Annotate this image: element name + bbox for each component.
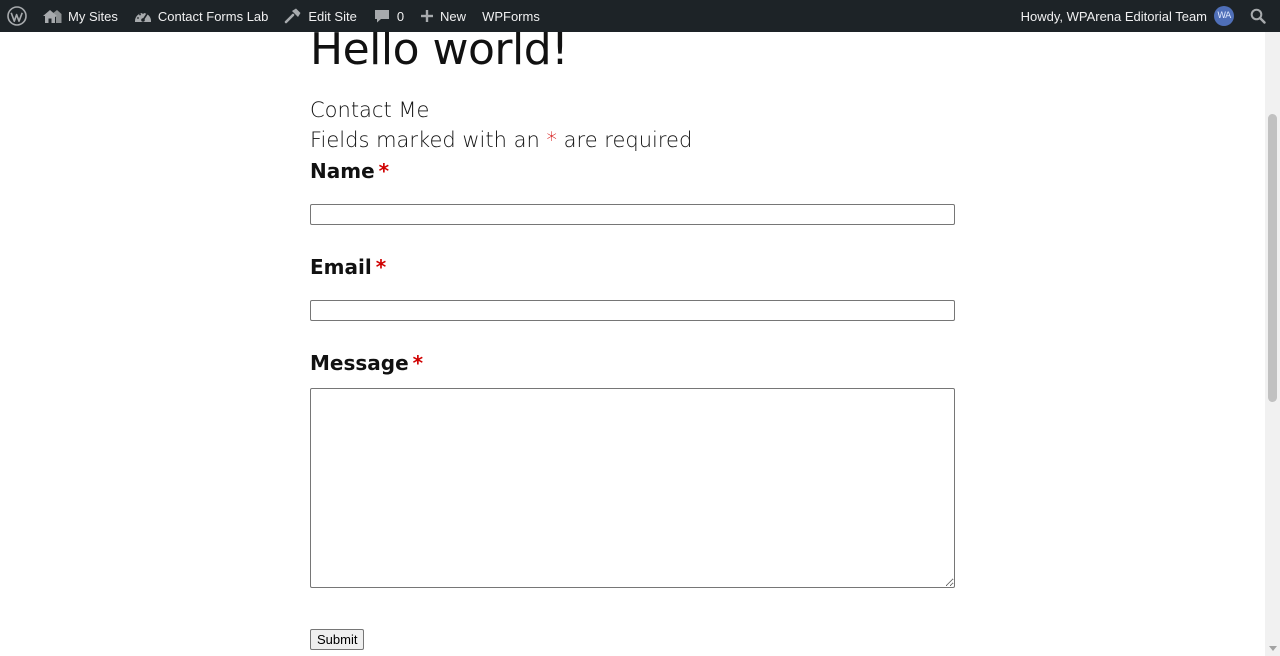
site-name-menu[interactable]: Contact Forms Lab [126,0,277,32]
scrollbar-thumb[interactable] [1268,114,1277,402]
message-label-text: Message [310,351,409,375]
message-field[interactable] [310,388,955,588]
note-suffix: are required [563,128,693,152]
edit-site-icon [284,7,302,25]
wpforms-label: WPForms [482,8,540,24]
howdy-label: Howdy, WPArena Editorial Team [1020,8,1207,24]
wordpress-icon [7,6,27,26]
name-label: Name * [310,158,389,184]
avatar: WA [1214,6,1234,26]
email-required-mark: * [375,255,387,279]
admin-bar-right: Howdy, WPArena Editorial Team WA [1013,0,1280,32]
name-required-mark: * [378,159,390,183]
required-fields-note: Fields marked with an * are required [310,126,692,154]
my-sites-icon [42,7,62,25]
plus-icon [420,9,434,23]
message-label: Message * [310,350,423,376]
email-label: Email * [310,254,386,280]
admin-bar: My Sites Contact Forms Lab Edit Site 0 N… [0,0,1280,32]
name-field[interactable] [310,204,955,225]
message-required-mark: * [412,351,424,375]
required-asterisk: * [546,128,557,152]
wordpress-menu[interactable] [0,0,34,32]
site-name-label: Contact Forms Lab [157,8,269,24]
name-label-text: Name [310,159,375,183]
form-title: Contact Me [310,98,430,122]
new-label: New [440,8,467,24]
note-prefix: Fields marked with an [310,128,540,152]
submit-button[interactable]: Submit [310,629,365,650]
page-scrollbar[interactable] [1265,32,1280,656]
admin-bar-left: My Sites Contact Forms Lab Edit Site 0 N… [0,0,548,32]
edit-site-label: Edit Site [308,8,357,24]
comment-icon [373,8,391,24]
comments-menu[interactable]: 0 [365,0,412,32]
my-sites-menu[interactable]: My Sites [34,0,126,32]
wpforms-menu[interactable]: WPForms [474,0,548,32]
scroll-down-arrow-icon[interactable] [1269,646,1277,651]
dashboard-icon [134,8,152,24]
new-content-menu[interactable]: New [412,0,474,32]
edit-site-menu[interactable]: Edit Site [276,0,364,32]
search-icon [1250,8,1266,24]
email-label-text: Email [310,255,372,279]
account-menu[interactable]: Howdy, WPArena Editorial Team WA [1013,0,1242,32]
my-sites-label: My Sites [68,8,118,24]
search-toggle[interactable] [1242,0,1280,32]
email-field[interactable] [310,300,955,321]
comments-count: 0 [396,8,405,24]
